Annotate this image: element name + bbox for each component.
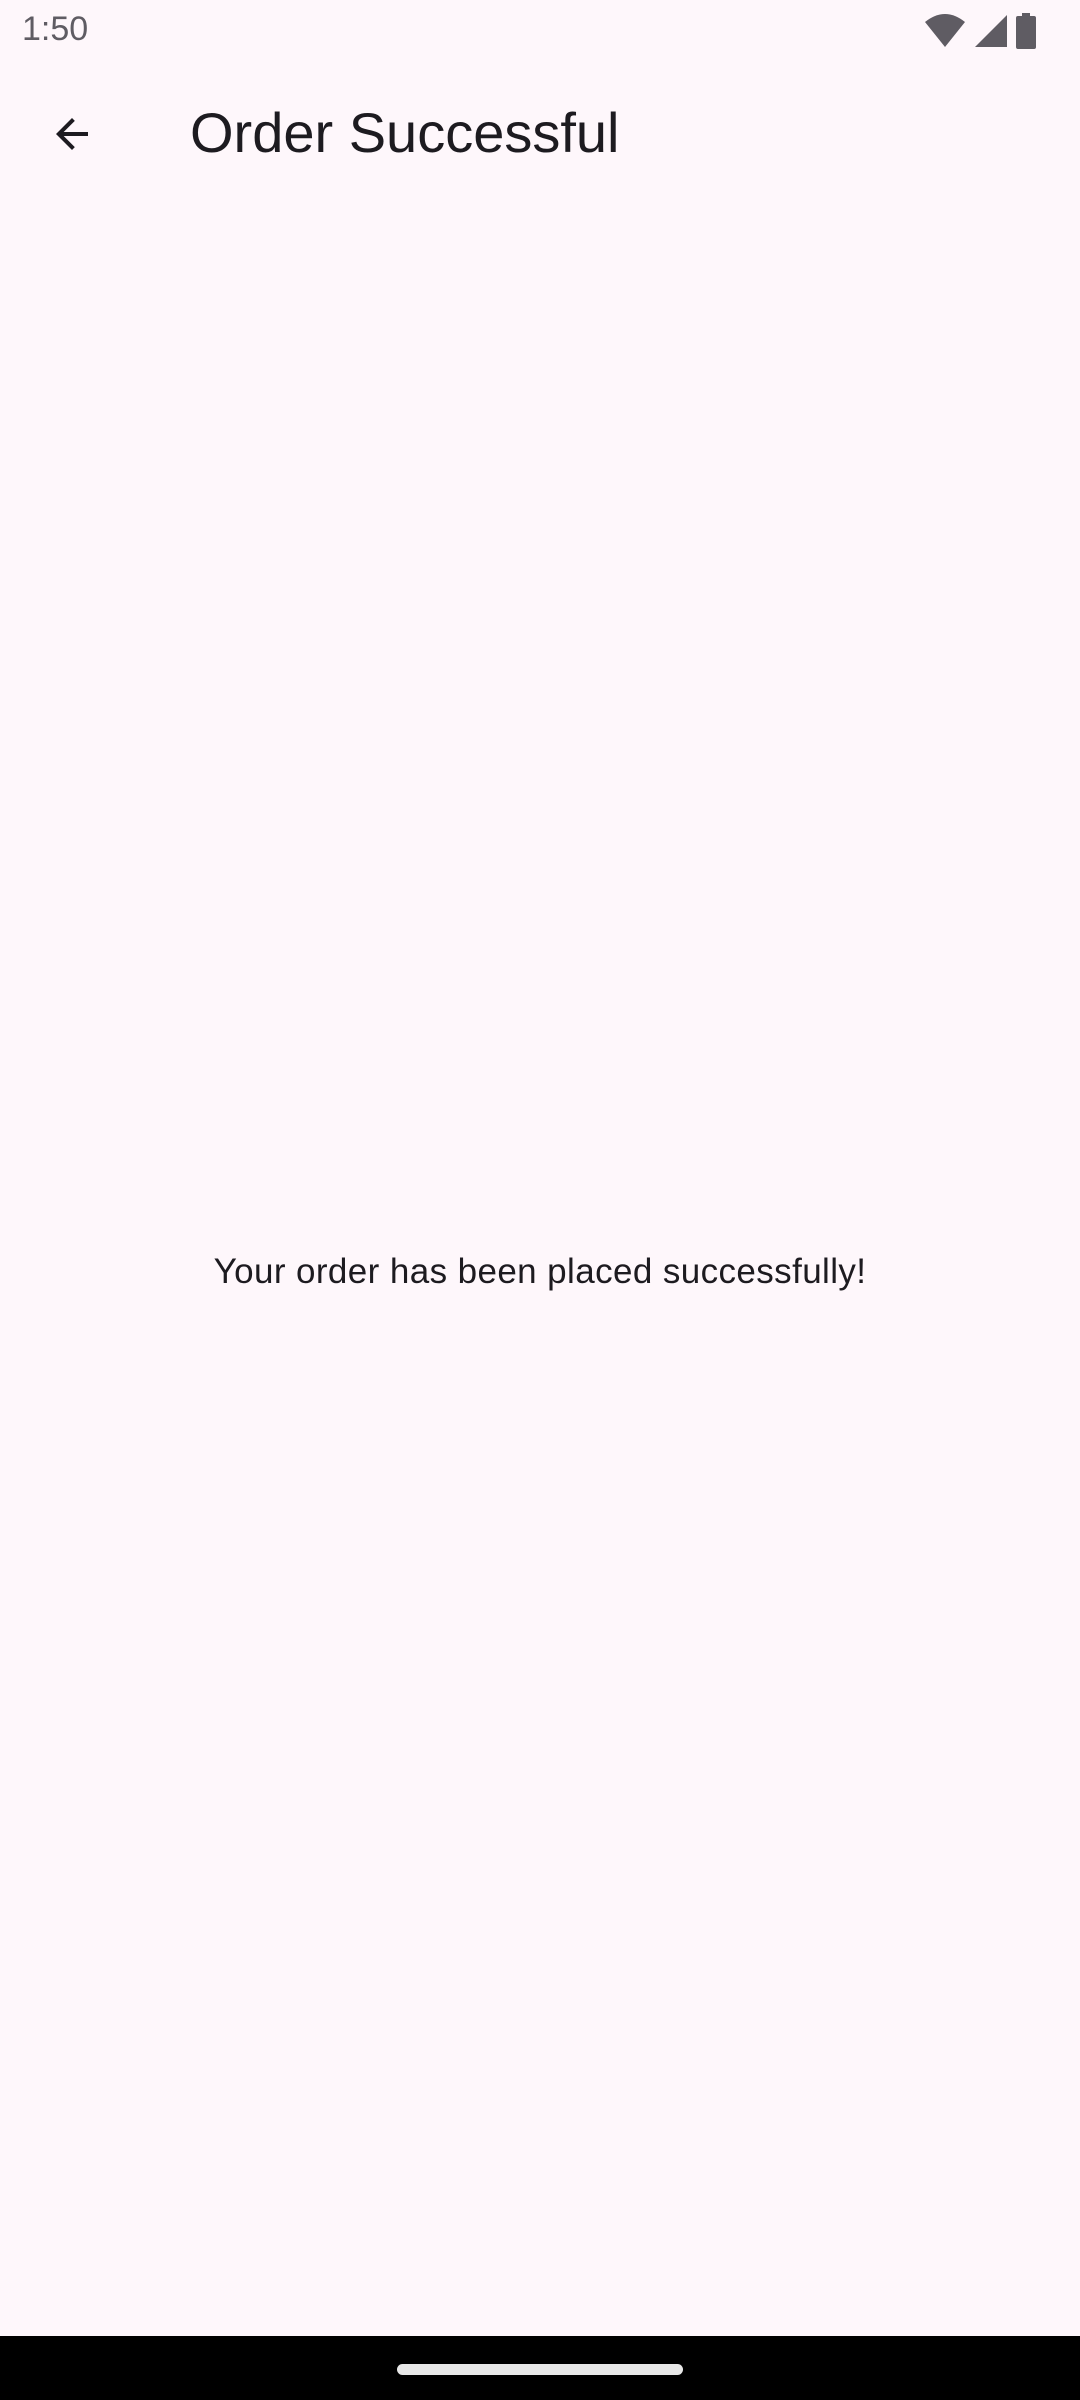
status-time: 1:50 [22,10,89,48]
top-app-bar: Order Successful [0,64,1080,208]
wifi-icon [924,14,966,48]
content-area: Your order has been placed successfully! [0,208,1080,2336]
home-gesture-handle[interactable] [397,2364,683,2375]
back-button[interactable] [24,88,120,184]
battery-icon [1016,13,1036,49]
order-successful-screen: 1:50 Order Successful Your order has bee… [0,0,1080,2400]
success-message: Your order has been placed successfully! [213,1252,867,1291]
status-icons [924,12,1036,50]
page-title: Order Successful [190,101,620,164]
status-bar: 1:50 [0,0,1080,64]
arrow-back-icon [48,110,96,163]
system-navigation-bar [0,2336,1080,2400]
signal-icon [974,14,1008,48]
